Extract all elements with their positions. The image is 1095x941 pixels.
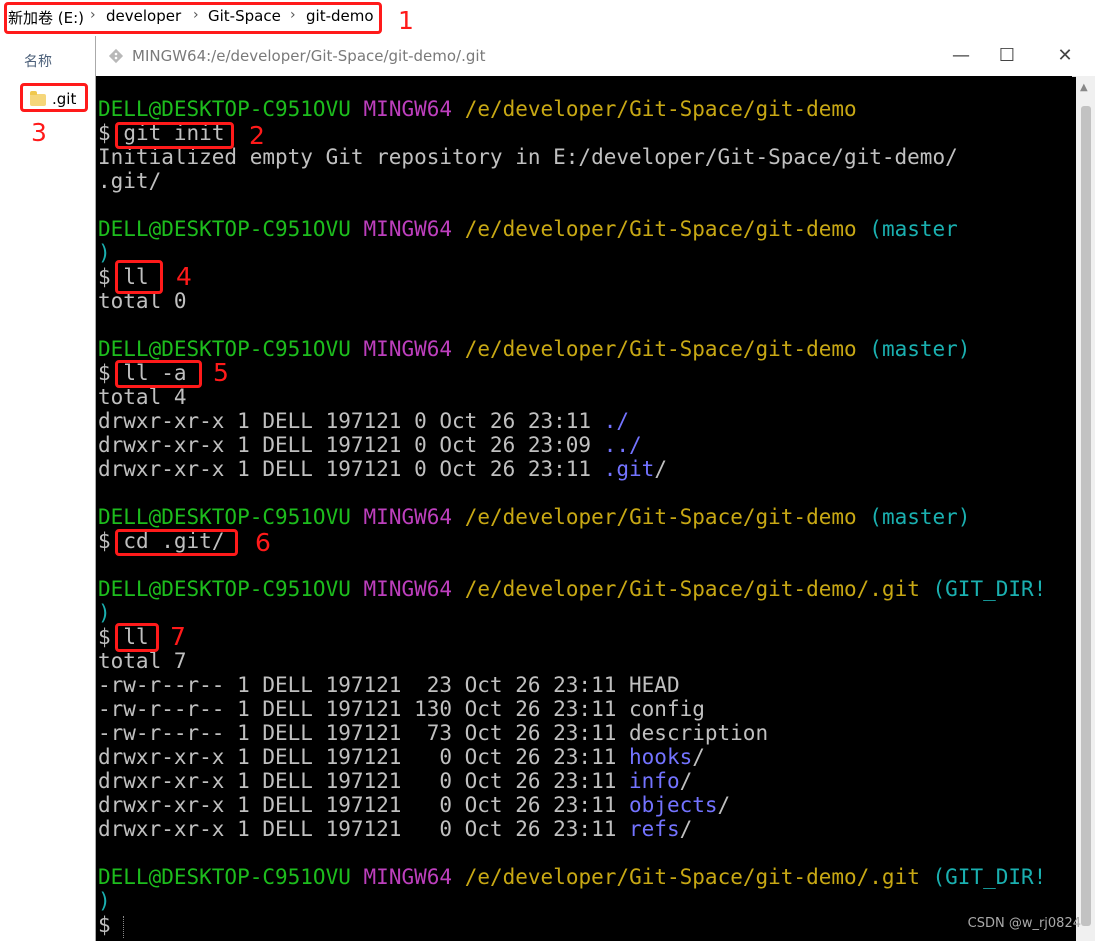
prompt-user: DELL@DESKTOP-C951OVU [98, 97, 351, 121]
dir-name: refs [629, 817, 680, 841]
prompt-symbol: $ [98, 625, 111, 649]
prompt-shell: MINGW64 [363, 337, 453, 361]
file-name: HEAD [629, 673, 680, 697]
prompt-header: DELL@DESKTOP-C951OVU MINGW64 /e/develope… [98, 97, 857, 121]
prompt-shell: MINGW64 [363, 865, 453, 889]
listing-row: drwxr-xr-x 1 DELL 197121 0 Oct 26 23:11 … [98, 793, 731, 817]
annotation-box-6 [115, 529, 238, 556]
prompt-shell: MINGW64 [363, 217, 453, 241]
prompt-path: /e/developer/Git-Space/git-demo [464, 217, 857, 241]
maximize-button[interactable]: ☐ [984, 40, 1030, 72]
listing-row: drwxr-xr-x 1 DELL 197121 0 Oct 26 23:11 … [98, 457, 667, 481]
close-button[interactable]: ✕ [1042, 40, 1088, 72]
prompt-branch-close: ) [98, 601, 111, 625]
listing-row: drwxr-xr-x 1 DELL 197121 0 Oct 26 23:11 … [98, 769, 693, 793]
dir-name: ./ [603, 409, 630, 433]
prompt-symbol: $ [98, 913, 111, 937]
annotation-number-2: 2 [249, 121, 265, 150]
listing-row: drwxr-xr-x 1 DELL 197121 0 Oct 26 23:11 … [98, 409, 630, 433]
window-title: MINGW64:/e/developer/Git-Space/git-demo/… [132, 47, 486, 65]
scroll-up-arrow-icon[interactable]: ▲ [1080, 82, 1088, 93]
prompt-user: DELL@DESKTOP-C951OVU [98, 577, 351, 601]
output-line: total 7 [98, 649, 187, 673]
listing-row: -rw-r--r-- 1 DELL 197121 23 Oct 26 23:11… [98, 673, 680, 697]
listing-row: drwxr-xr-x 1 DELL 197121 0 Oct 26 23:11 … [98, 817, 693, 841]
annotation-number-4: 4 [176, 262, 192, 291]
annotation-number-3: 3 [31, 118, 47, 147]
output-line: .git/ [98, 169, 162, 193]
listing-row: drwxr-xr-x 1 DELL 197121 0 Oct 26 23:11 … [98, 745, 705, 769]
prompt-symbol: $ [98, 361, 111, 385]
annotation-box-5 [115, 360, 202, 388]
output-line: total 4 [98, 385, 187, 409]
minimize-button[interactable]: — [938, 40, 984, 72]
prompt-header: DELL@DESKTOP-C951OVU MINGW64 /e/develope… [98, 577, 1046, 601]
prompt-path: /e/developer/Git-Space/git-demo/.git [464, 577, 920, 601]
prompt-header: DELL@DESKTOP-C951OVU MINGW64 /e/develope… [98, 865, 1046, 889]
listing-row: drwxr-xr-x 1 DELL 197121 0 Oct 26 23:09 … [98, 433, 642, 457]
annotation-box-1 [4, 2, 382, 34]
listing-row: -rw-r--r-- 1 DELL 197121 73 Oct 26 23:11… [98, 721, 769, 745]
prompt-branch: (master [869, 217, 958, 241]
prompt-symbol: $ [98, 265, 111, 289]
prompt-shell: MINGW64 [363, 97, 453, 121]
column-header-name[interactable]: 名称 [24, 51, 52, 71]
prompt-branch: (master) [869, 337, 971, 361]
prompt-branch: (master) [869, 505, 971, 529]
listing-row: -rw-r--r-- 1 DELL 197121 130 Oct 26 23:1… [98, 697, 705, 721]
annotation-box-3 [20, 83, 88, 112]
vertical-scrollbar[interactable]: ▲ [1076, 76, 1095, 941]
terminal-window: MINGW64:/e/developer/Git-Space/git-demo/… [95, 36, 1095, 941]
annotation-box-2 [115, 122, 234, 149]
file-list-pane: 名称 .git [0, 36, 96, 941]
file-name: config [629, 697, 705, 721]
dir-name: ../ [603, 433, 642, 457]
scrollbar-thumb[interactable] [1081, 106, 1091, 926]
prompt-user: DELL@DESKTOP-C951OVU [98, 865, 351, 889]
watermark: CSDN @w_rj0824 [967, 916, 1081, 931]
prompt-branch-close: ) [98, 889, 111, 913]
dir-name: .git [603, 457, 655, 481]
annotation-number-5: 5 [213, 358, 229, 387]
file-name: description [629, 721, 769, 745]
annotation-box-4 [115, 260, 163, 294]
annotation-box-7 [115, 623, 159, 652]
text-cursor [123, 916, 125, 938]
prompt-symbol: $ [98, 529, 111, 553]
annotation-number-6: 6 [255, 528, 271, 557]
prompt-shell: MINGW64 [363, 505, 453, 529]
annotation-number-7: 7 [170, 622, 186, 651]
prompt-user: DELL@DESKTOP-C951OVU [98, 505, 351, 529]
prompt-header: DELL@DESKTOP-C951OVU MINGW64 /e/develope… [98, 217, 958, 241]
command-line: $ [98, 913, 111, 937]
prompt-branch: (GIT_DIR! [932, 577, 1047, 601]
prompt-path: /e/developer/Git-Space/git-demo [464, 505, 857, 529]
prompt-path: /e/developer/Git-Space/git-demo [464, 337, 857, 361]
dir-name: hooks [629, 745, 693, 769]
dir-name: objects [629, 793, 718, 817]
terminal-output[interactable]: DELL@DESKTOP-C951OVU MINGW64 /e/develope… [96, 76, 1072, 941]
prompt-path: /e/developer/Git-Space/git-demo [464, 97, 857, 121]
prompt-branch: (GIT_DIR! [932, 865, 1047, 889]
prompt-shell: MINGW64 [363, 577, 453, 601]
dir-name: info [629, 769, 680, 793]
prompt-header: DELL@DESKTOP-C951OVU MINGW64 /e/develope… [98, 505, 970, 529]
prompt-symbol: $ [98, 121, 111, 145]
prompt-path: /e/developer/Git-Space/git-demo/.git [464, 865, 920, 889]
git-logo-icon [108, 48, 124, 64]
prompt-branch-close: ) [98, 241, 111, 265]
title-bar[interactable]: MINGW64:/e/developer/Git-Space/git-demo/… [96, 36, 1095, 77]
annotation-number-1: 1 [398, 6, 414, 35]
prompt-user: DELL@DESKTOP-C951OVU [98, 217, 351, 241]
